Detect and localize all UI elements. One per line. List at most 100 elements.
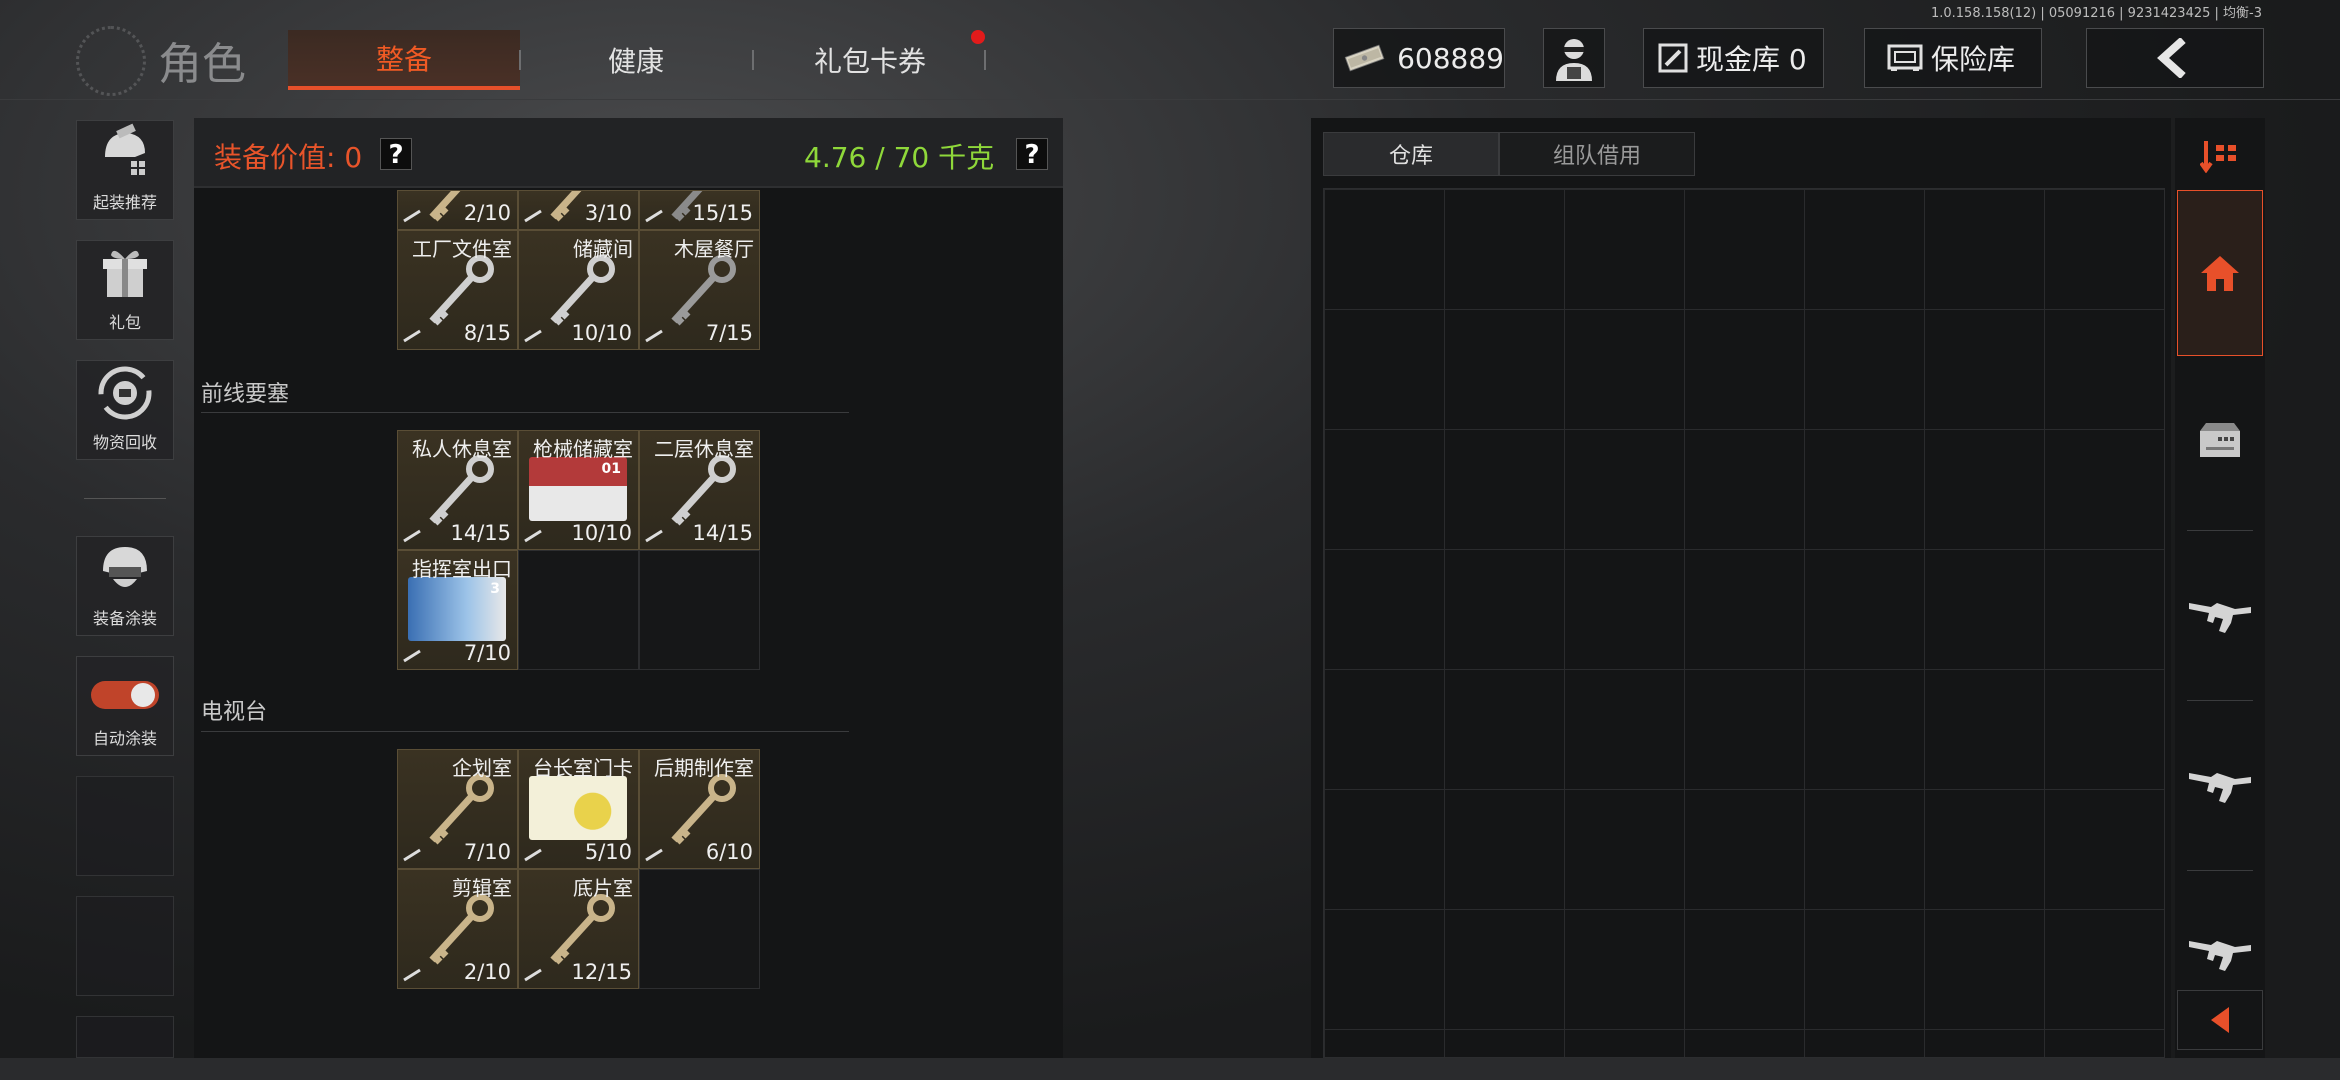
notification-dot (971, 30, 985, 44)
key-count: 12/15 (571, 960, 632, 984)
key-item[interactable]: 15/15 (639, 190, 760, 230)
loadout-recommend-button[interactable]: 起装推荐 (76, 120, 174, 220)
tag-icon (403, 968, 421, 982)
key-item[interactable]: 工厂文件室 8/15 (397, 230, 518, 350)
key-name: 后期制作室 (654, 756, 754, 780)
helmet-skin-icon (103, 547, 147, 587)
key-count: 2/10 (463, 960, 511, 984)
key-item[interactable]: 后期制作室 6/10 (639, 749, 760, 869)
key-count: 6/10 (705, 840, 753, 864)
globe-logo-icon (76, 26, 146, 96)
money-display[interactable]: 608889 (1333, 28, 1505, 88)
money-amount: 608889 (1397, 41, 1504, 75)
key-item[interactable]: 底片室 12/15 (518, 869, 639, 989)
caret-left-icon (2211, 1007, 2229, 1033)
key-item[interactable]: 储藏间 10/10 (518, 230, 639, 350)
home-button[interactable] (2177, 190, 2263, 356)
key-count: 7/15 (705, 321, 753, 345)
sort-button[interactable] (2177, 126, 2263, 186)
weapon-slot-1[interactable] (2177, 558, 2263, 668)
tab-gift-coupons[interactable]: 礼包卡券 (754, 30, 986, 90)
key-count: 14/15 (450, 521, 511, 545)
key-count: 10/10 (571, 321, 632, 345)
agent-button[interactable] (1543, 28, 1605, 88)
tag-icon (645, 329, 663, 343)
gift-pack-button[interactable]: 礼包 (76, 240, 174, 340)
tag-icon (403, 329, 421, 343)
recycle-icon (98, 366, 152, 420)
toggle-switch-icon (91, 681, 159, 709)
sort-icon (2200, 141, 2236, 173)
equipment-skin-button[interactable]: 装备涂装 (76, 536, 174, 636)
storage-box-icon (2200, 423, 2240, 457)
rifle-icon (2189, 941, 2251, 971)
key-count: 5/10 (584, 840, 632, 864)
key-item[interactable]: 二层休息室 14/15 (639, 430, 760, 550)
auto-skin-toggle[interactable]: 自动涂装 (76, 656, 174, 756)
cash-icon (1344, 44, 1385, 72)
weapon-slot-2[interactable] (2177, 728, 2263, 838)
tab-health[interactable]: 健康 (520, 30, 752, 90)
key-item[interactable]: 企划室 7/10 (397, 749, 518, 869)
key-name: 木屋餐厅 (674, 237, 754, 261)
collapse-button[interactable] (2177, 990, 2263, 1050)
storage-tabs: 仓库 组队借用 (1323, 132, 1695, 176)
sidebar-divider (2187, 870, 2253, 871)
tag-icon (645, 529, 663, 543)
equipment-value: 装备价值: 0 (214, 141, 363, 174)
storage-box-button[interactable] (2177, 380, 2263, 500)
top-bar: 角色 整备 健康 礼包卡券 608889 现金库 0 保险库 (0, 0, 2340, 100)
back-button[interactable] (2086, 28, 2264, 88)
key-item[interactable]: 剪辑室 2/10 (397, 869, 518, 989)
tag-icon (403, 649, 421, 663)
key-item[interactable]: 台长室门卡 5/10 (518, 749, 639, 869)
tag-icon (645, 848, 663, 862)
tab-warehouse[interactable]: 仓库 (1323, 132, 1499, 176)
auto-skin-label: 自动涂装 (92, 729, 157, 748)
empty-key-slot (639, 869, 760, 989)
key-item[interactable]: 3 指挥室出口 7/10 (397, 550, 518, 670)
key-count: 10/10 (571, 521, 632, 545)
safe-button[interactable]: 保险库 (1864, 28, 2042, 88)
key-count: 14/15 (692, 521, 753, 545)
key-item[interactable]: 私人休息室 14/15 (397, 430, 518, 550)
key-name: 枪械储藏室 (533, 437, 633, 461)
key-name: 企划室 (452, 756, 512, 780)
key-item[interactable]: 2/10 (397, 190, 518, 230)
helmet-grid-icon (105, 123, 145, 175)
empty-slot (76, 1016, 174, 1058)
recycle-button[interactable]: 物资回收 (76, 360, 174, 460)
key-count: 7/10 (463, 641, 511, 665)
sidebar-divider (2187, 700, 2253, 701)
bottom-bar (0, 1058, 2340, 1080)
tab-team-borrow[interactable]: 组队借用 (1499, 132, 1695, 176)
empty-slot (76, 896, 174, 996)
value-help-icon[interactable]: ? (380, 138, 412, 170)
key-name: 私人休息室 (412, 437, 512, 461)
key-name: 指挥室出口 (412, 557, 512, 581)
storage-panel: 仓库 组队借用 (1311, 118, 2171, 1058)
weight-help-icon[interactable]: ? (1016, 138, 1048, 170)
key-item[interactable]: 01 枪械储藏室 10/10 (518, 430, 639, 550)
section-title: 前线要塞 (201, 382, 290, 407)
empty-key-slot (639, 550, 760, 670)
key-item[interactable]: 3/10 (518, 190, 639, 230)
weight-display: 4.76 / 70 千克 (804, 141, 995, 174)
key-item[interactable]: 木屋餐厅 7/15 (639, 230, 760, 350)
loadout-recommend-label: 起装推荐 (92, 193, 157, 212)
chevron-left-icon (2157, 38, 2186, 78)
key-count: 15/15 (692, 201, 753, 225)
tab-equipment[interactable]: 整备 (288, 30, 520, 90)
home-icon (2201, 256, 2239, 291)
recycle-label: 物资回收 (92, 433, 157, 452)
cash-vault-label: 现金库 0 (1696, 43, 1807, 76)
section-divider (201, 412, 849, 413)
equipment-skin-label: 装备涂装 (92, 609, 157, 628)
gift-pack-label: 礼包 (108, 313, 141, 332)
tag-icon (524, 968, 542, 982)
keycard-icon (529, 776, 627, 840)
cash-vault-button[interactable]: 现金库 0 (1643, 28, 1824, 88)
key-count: 2/10 (463, 201, 511, 225)
safe-icon (1887, 44, 1923, 71)
storage-grid[interactable] (1323, 188, 2165, 1058)
